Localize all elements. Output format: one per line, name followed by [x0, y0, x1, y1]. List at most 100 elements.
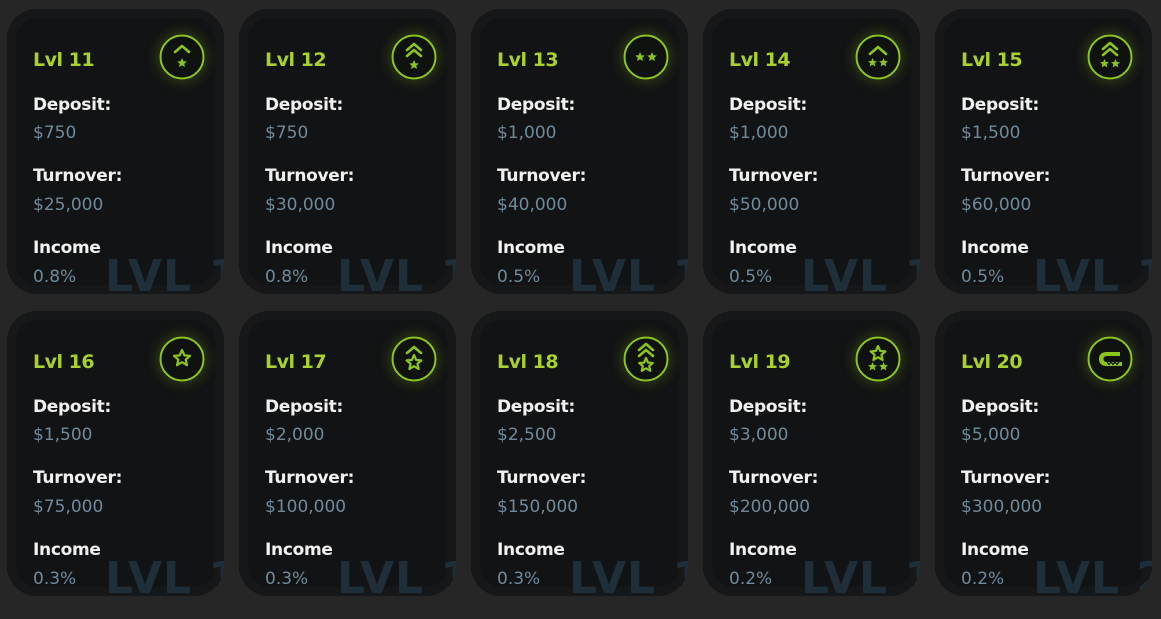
level-watermark: LVL 19 — [801, 553, 920, 597]
turnover-label: Turnover: — [729, 166, 819, 186]
card-title: Lvl 20 — [961, 351, 1023, 373]
level-card-11: Lvl 11 Deposit: $750 Turnover: $25,000 I… — [7, 9, 224, 294]
card-title: Lvl 19 — [729, 351, 791, 373]
income-value: 0.2% — [729, 569, 773, 589]
income-label: Income — [729, 238, 797, 258]
income-label: Income — [265, 238, 333, 258]
level-watermark: LVL 13 — [569, 251, 688, 295]
deposit-label: Deposit: — [961, 95, 1039, 115]
rank-double-chevron-star-icon — [391, 34, 437, 80]
turnover-value: $300,000 — [961, 497, 1043, 517]
deposit-label: Deposit: — [33, 397, 111, 417]
deposit-label: Deposit: — [729, 397, 807, 417]
level-cards-grid: Lvl 11 Deposit: $750 Turnover: $25,000 I… — [7, 9, 1152, 596]
level-watermark: LVL 20 — [1033, 553, 1152, 597]
deposit-label: Deposit: — [497, 95, 575, 115]
turnover-value: $60,000 — [961, 195, 1032, 215]
rank-chevron-outline-star-icon — [391, 336, 437, 382]
level-watermark: LVL 11 — [105, 251, 224, 295]
level-watermark: LVL 18 — [569, 553, 688, 597]
turnover-value: $30,000 — [265, 195, 336, 215]
level-card-14: Lvl 14 Deposit: $1,000 Turnover: $50,000… — [703, 9, 920, 294]
deposit-value: $1,500 — [33, 425, 93, 445]
turnover-label: Turnover: — [33, 468, 123, 488]
income-label: Income — [33, 540, 101, 560]
rank-double-chevron-outline-star-icon — [623, 336, 669, 382]
deposit-value: $1,000 — [729, 123, 789, 143]
turnover-label: Turnover: — [33, 166, 123, 186]
rank-chevron-two-stars-icon — [855, 34, 901, 80]
level-watermark: LVL 15 — [1033, 251, 1152, 295]
rank-outline-star-icon — [159, 336, 205, 382]
deposit-value: $1,000 — [497, 123, 557, 143]
rank-three-stars-icon — [855, 336, 901, 382]
income-value: 0.3% — [265, 569, 309, 589]
deposit-label: Deposit: — [729, 95, 807, 115]
income-label: Income — [961, 540, 1029, 560]
card-title: Lvl 16 — [33, 351, 95, 373]
card-title: Lvl 11 — [33, 49, 95, 71]
income-label: Income — [497, 540, 565, 560]
income-value: 0.2% — [961, 569, 1005, 589]
card-title: Lvl 17 — [265, 351, 327, 373]
deposit-label: Deposit: — [961, 397, 1039, 417]
card-title: Lvl 14 — [729, 49, 791, 71]
turnover-label: Turnover: — [497, 468, 587, 488]
level-card-17: Lvl 17 Deposit: $2,000 Turnover: $100,00… — [239, 311, 456, 596]
turnover-label: Turnover: — [497, 166, 587, 186]
deposit-label: Deposit: — [265, 95, 343, 115]
deposit-label: Deposit: — [33, 95, 111, 115]
level-card-16: Lvl 16 Deposit: $1,500 Turnover: $75,000… — [7, 311, 224, 596]
level-card-18: Lvl 18 Deposit: $2,500 Turnover: $150,00… — [471, 311, 688, 596]
turnover-label: Turnover: — [961, 468, 1051, 488]
deposit-label: Deposit: — [265, 397, 343, 417]
rank-crocodile-icon — [1087, 336, 1133, 382]
deposit-value: $750 — [265, 123, 309, 143]
level-card-13: Lvl 13 Deposit: $1,000 Turnover: $40,000… — [471, 9, 688, 294]
level-card-20: Lvl 20 Deposit: $5,000 Turnover: $300,00… — [935, 311, 1152, 596]
turnover-value: $25,000 — [33, 195, 104, 215]
income-value: 0.5% — [961, 267, 1005, 287]
level-watermark: LVL 17 — [337, 553, 456, 597]
turnover-value: $200,000 — [729, 497, 811, 517]
level-card-19: Lvl 19 Deposit: $3,000 Turnover: $200,00… — [703, 311, 920, 596]
income-label: Income — [33, 238, 101, 258]
turnover-label: Turnover: — [729, 468, 819, 488]
turnover-label: Turnover: — [961, 166, 1051, 186]
income-label: Income — [497, 238, 565, 258]
turnover-value: $40,000 — [497, 195, 568, 215]
level-card-15: Lvl 15 Deposit: $1,500 Turnover: $60,000… — [935, 9, 1152, 294]
turnover-value: $100,000 — [265, 497, 347, 517]
level-watermark: LVL 14 — [801, 251, 920, 295]
card-title: Lvl 18 — [497, 351, 559, 373]
turnover-value: $75,000 — [33, 497, 104, 517]
deposit-value: $750 — [33, 123, 77, 143]
rank-chevron-star-icon — [159, 34, 205, 80]
rank-double-chevron-two-stars-icon — [1087, 34, 1133, 80]
level-watermark: LVL 16 — [105, 553, 224, 597]
income-label: Income — [961, 238, 1029, 258]
level-card-12: Lvl 12 Deposit: $750 Turnover: $30,000 I… — [239, 9, 456, 294]
deposit-value: $1,500 — [961, 123, 1021, 143]
deposit-value: $2,500 — [497, 425, 557, 445]
income-value: 0.5% — [497, 267, 541, 287]
income-value: 0.8% — [265, 267, 309, 287]
turnover-label: Turnover: — [265, 166, 355, 186]
card-title: Lvl 13 — [497, 49, 559, 71]
card-title: Lvl 12 — [265, 49, 327, 71]
level-watermark: LVL 12 — [337, 251, 456, 295]
income-label: Income — [265, 540, 333, 560]
deposit-value: $5,000 — [961, 425, 1021, 445]
income-value: 0.3% — [497, 569, 541, 589]
income-value: 0.8% — [33, 267, 77, 287]
deposit-label: Deposit: — [497, 397, 575, 417]
turnover-value: $150,000 — [497, 497, 579, 517]
income-value: 0.5% — [729, 267, 773, 287]
rank-two-stars-icon — [623, 34, 669, 80]
turnover-value: $50,000 — [729, 195, 800, 215]
deposit-value: $2,000 — [265, 425, 325, 445]
turnover-label: Turnover: — [265, 468, 355, 488]
deposit-value: $3,000 — [729, 425, 789, 445]
card-title: Lvl 15 — [961, 49, 1023, 71]
income-label: Income — [729, 540, 797, 560]
